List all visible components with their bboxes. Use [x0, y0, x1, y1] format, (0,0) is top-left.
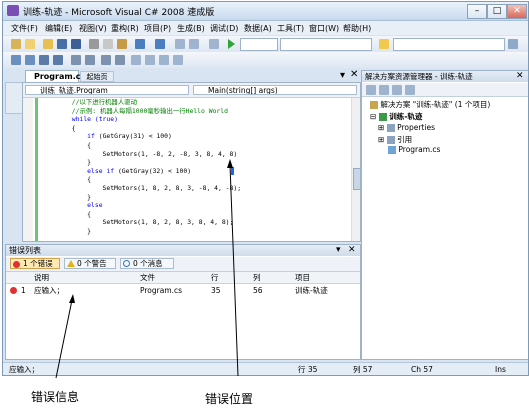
annotation-arrows	[55, 159, 239, 379]
annotation-error-info: 错误信息	[31, 390, 80, 404]
info-arrowhead	[69, 294, 75, 303]
annotation-error-position: 错误位置	[205, 392, 254, 406]
position-arrowhead	[227, 159, 233, 168]
position-arrow	[229, 164, 239, 377]
info-arrow	[55, 299, 73, 379]
